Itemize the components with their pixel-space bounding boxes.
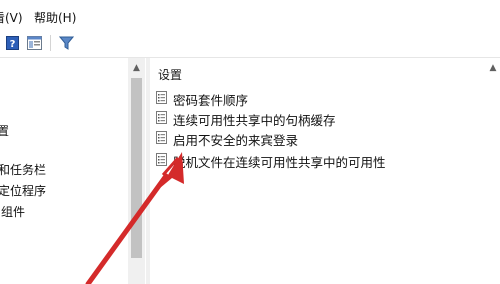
toolbar: ?	[0, 30, 500, 57]
menu-help[interactable]: 帮助(H)	[34, 9, 76, 26]
show-hide-pane-icon[interactable]	[27, 36, 42, 50]
policy-label: 启用不安全的来宾登录	[173, 133, 299, 148]
menu-view[interactable]: 看(V)	[0, 9, 23, 26]
policy-setting-icon	[156, 153, 167, 166]
policy-label: 脱机文件在连续可用性共享中的可用性	[173, 155, 386, 170]
filter-icon[interactable]	[58, 36, 75, 50]
svg-text:?: ?	[10, 39, 16, 50]
scroll-up-arrow-icon[interactable]: ▲	[128, 60, 145, 76]
policy-label: 连续可用性共享中的句柄缓存	[173, 113, 336, 128]
policy-row[interactable]: 连续可用性共享中的句柄缓存	[156, 108, 486, 128]
toolbar-separator	[50, 35, 51, 51]
tree-scrollbar-thumb[interactable]	[131, 78, 142, 258]
policy-row[interactable]: 启用不安全的来宾登录	[156, 128, 486, 148]
policy-setting-icon	[156, 131, 167, 144]
tree-item-locator[interactable]: 定位程序	[0, 182, 46, 199]
tree-item-components[interactable]: 组件	[1, 203, 25, 220]
policy-setting-icon	[156, 111, 167, 124]
policy-setting-icon	[156, 91, 167, 104]
policy-row[interactable]: 密码套件顺序	[156, 88, 486, 108]
menu-bar: 看(V) 帮助(H)	[0, 0, 500, 30]
tree-item-settings[interactable]: 置	[0, 122, 9, 139]
column-header-settings[interactable]: 设置	[158, 66, 182, 83]
help-icon[interactable]: ?	[6, 36, 19, 50]
policy-label: 密码套件顺序	[173, 93, 249, 108]
tree-item-taskbar[interactable]: 和任务栏	[0, 161, 46, 178]
policy-row[interactable]: 脱机文件在连续可用性共享中的可用性	[156, 150, 486, 170]
details-scroll-up-arrow-icon[interactable]: ▲	[486, 60, 500, 76]
